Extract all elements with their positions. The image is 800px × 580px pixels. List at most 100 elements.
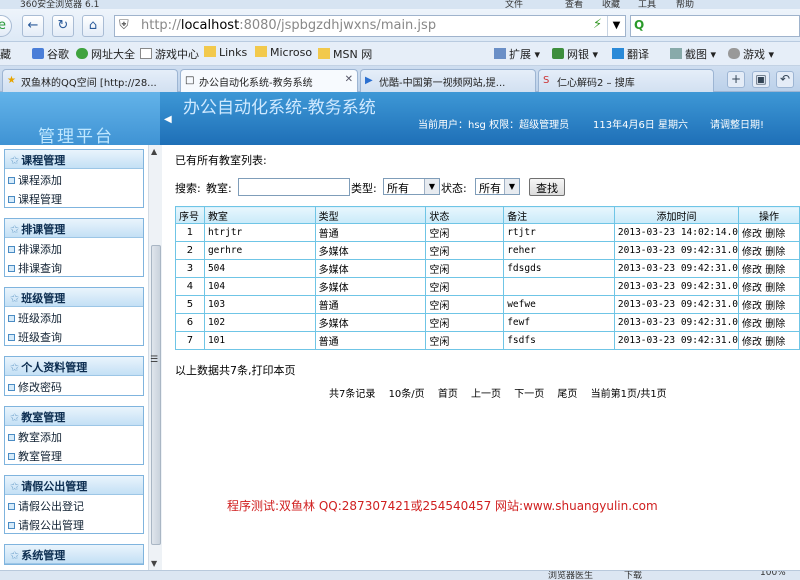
menu-help[interactable]: 帮助 xyxy=(676,0,694,9)
restore-tab-button[interactable]: ▣ xyxy=(752,71,770,88)
toolbar-translate[interactable]: 翻译 xyxy=(612,46,649,62)
cell-no: 6 xyxy=(175,313,205,332)
browser-status-bar: 浏览器医生 下载 100% xyxy=(0,570,800,580)
tab-office-system[interactable]: □ 办公自动化系统-教务系统 ✕ xyxy=(180,69,358,93)
edit-link[interactable]: 修改 xyxy=(742,319,762,330)
tab-youku[interactable]: ▶ 优酷-中国第一视频网站,提... xyxy=(360,69,536,92)
scissors-icon xyxy=(670,48,682,59)
group-header-classroom[interactable]: ✩ 教室管理 xyxy=(5,407,143,426)
toolbar-games[interactable]: 游戏 ▾ xyxy=(728,46,774,62)
status-select[interactable]: 所有 ▼ xyxy=(475,178,520,195)
status-download[interactable]: 下载 xyxy=(624,571,642,580)
back-button[interactable]: ← xyxy=(22,15,44,37)
edit-link[interactable]: 修改 xyxy=(742,247,762,258)
edit-link[interactable]: 修改 xyxy=(742,337,762,348)
column-header: 备注 xyxy=(503,206,615,224)
sidebar-item-leave-manage[interactable]: 请假公出管理 xyxy=(5,514,143,533)
sidebar-item-schedule-add[interactable]: 排课添加 xyxy=(5,238,143,257)
bookmark-favorites[interactable]: 藏 xyxy=(0,46,11,62)
undo-close-button[interactable]: ↶ xyxy=(776,71,794,88)
delete-link[interactable]: 删除 xyxy=(765,319,785,330)
group-header-schedule[interactable]: ✩ 排课管理 xyxy=(5,219,143,238)
bullet-icon xyxy=(8,503,15,510)
cell-room: 103 xyxy=(203,295,316,314)
delete-link[interactable]: 删除 xyxy=(765,301,785,312)
star-icon: ✩ xyxy=(10,480,20,493)
sidebar-item-leave-register[interactable]: 请假公出登记 xyxy=(5,495,143,514)
chevron-down-icon: ▼ xyxy=(424,179,439,194)
splitter-handle-icon[interactable]: ☰ xyxy=(150,355,158,365)
tab-qq-space[interactable]: ★ 双鱼林的QQ空间 [http://28... xyxy=(2,69,178,92)
pager-next-link[interactable]: 下一页 xyxy=(514,389,544,400)
bookmark-google[interactable]: 谷歌 xyxy=(32,46,69,62)
star-icon: ✩ xyxy=(10,549,20,562)
cell-no: 1 xyxy=(175,223,205,242)
group-header-system[interactable]: ✩ 系统管理 xyxy=(5,545,143,564)
toolbar-extensions[interactable]: 扩展 ▾ xyxy=(494,46,540,62)
group-header-leave[interactable]: ✩ 请假公出管理 xyxy=(5,476,143,495)
close-tab-icon[interactable]: ✕ xyxy=(345,74,353,85)
tab-soku[interactable]: S 仁心解码2 – 搜库 xyxy=(538,69,714,92)
collapse-sidebar-icon[interactable]: ◀ xyxy=(164,114,172,125)
sidebar-item-course-manage[interactable]: 课程管理 xyxy=(5,188,143,207)
group-header-course[interactable]: ✩ 课程管理 xyxy=(5,150,143,169)
bullet-icon xyxy=(8,434,15,441)
sidebar-item-course-add[interactable]: 课程添加 xyxy=(5,169,143,188)
group-header-class[interactable]: ✩ 班级管理 xyxy=(5,288,143,307)
search-box[interactable]: Q xyxy=(630,15,800,37)
sidebar-item-class-query[interactable]: 班级查询 xyxy=(5,326,143,345)
edit-link[interactable]: 修改 xyxy=(742,301,762,312)
bookmark-msn[interactable]: MSN 网 xyxy=(318,46,372,62)
sidebar-item-classroom-manage[interactable]: 教室管理 xyxy=(5,445,143,464)
toolbar-online-banking[interactable]: 网银 ▾ xyxy=(552,46,598,62)
bookmark-microsoft[interactable]: Microso xyxy=(255,46,312,59)
pager-prev-link[interactable]: 上一页 xyxy=(471,389,501,400)
address-dropdown-button[interactable]: ▼ xyxy=(607,16,625,36)
sidebar-item-schedule-query[interactable]: 排课查询 xyxy=(5,257,143,276)
bookmark-links[interactable]: Links xyxy=(204,46,247,59)
soku-icon: S xyxy=(543,75,550,86)
type-select[interactable]: 所有 ▼ xyxy=(383,178,440,195)
delete-link[interactable]: 删除 xyxy=(765,283,785,294)
star-icon: ✩ xyxy=(10,292,20,305)
delete-link[interactable]: 删除 xyxy=(765,337,785,348)
scroll-down-icon[interactable]: ▼ xyxy=(151,559,157,568)
page-icon: □ xyxy=(185,75,195,86)
new-tab-button[interactable]: + xyxy=(727,71,745,88)
delete-link[interactable]: 删除 xyxy=(765,247,785,258)
menu-view[interactable]: 查看 xyxy=(565,0,583,9)
edit-link[interactable]: 修改 xyxy=(742,265,762,276)
scrollbar-thumb[interactable] xyxy=(151,245,161,545)
sidebar-item-class-add[interactable]: 班级添加 xyxy=(5,307,143,326)
delete-link[interactable]: 删除 xyxy=(765,265,785,276)
sidebar-item-classroom-add[interactable]: 教室添加 xyxy=(5,426,143,445)
edit-link[interactable]: 修改 xyxy=(742,229,762,240)
table-row: 2 gerhre 多媒体 空闲 reher 2013-03-23 09:42:3… xyxy=(175,241,800,260)
find-button[interactable]: 查找 xyxy=(529,178,565,196)
room-search-input[interactable] xyxy=(238,178,350,196)
menu-file[interactable]: 文件 xyxy=(505,0,523,9)
menu-tools[interactable]: 工具 xyxy=(638,0,656,9)
scroll-up-icon[interactable]: ▲ xyxy=(151,147,157,156)
cell-time: 2013-03-23 14:02:14.0 xyxy=(613,223,740,242)
shield-icon xyxy=(552,48,564,59)
toolbar-screenshot[interactable]: 截图 ▾ xyxy=(670,46,716,62)
delete-link[interactable]: 删除 xyxy=(765,229,785,240)
address-bar[interactable]: ⛨ http://localhost:8080/jspbgzdhjwxns/ma… xyxy=(114,15,626,37)
status-browser-doctor[interactable]: 浏览器医生 xyxy=(548,571,593,580)
cell-time: 2013-03-23 09:42:31.0 xyxy=(613,331,740,350)
group-header-profile[interactable]: ✩ 个人资料管理 xyxy=(5,357,143,376)
bookmark-game-center[interactable]: 游戏中心 xyxy=(140,46,199,62)
home-button[interactable]: ⌂ xyxy=(82,15,104,37)
refresh-button[interactable]: ↻ xyxy=(52,15,74,37)
edit-link[interactable]: 修改 xyxy=(742,283,762,294)
pager-first-link[interactable]: 首页 xyxy=(438,389,458,400)
status-zoom[interactable]: 100% xyxy=(760,571,786,578)
cell-status: 空闲 xyxy=(425,223,505,242)
pager-last-link[interactable]: 尾页 xyxy=(557,389,577,400)
bookmark-url-directory[interactable]: 网址大全 xyxy=(76,46,135,62)
summary-print-link[interactable]: 以上数据共7条,打印本页 xyxy=(175,362,296,378)
menu-favorites[interactable]: 收藏 xyxy=(602,0,620,9)
menu-group-system: ✩ 系统管理 xyxy=(4,544,144,565)
sidebar-item-change-password[interactable]: 修改密码 xyxy=(5,376,143,395)
